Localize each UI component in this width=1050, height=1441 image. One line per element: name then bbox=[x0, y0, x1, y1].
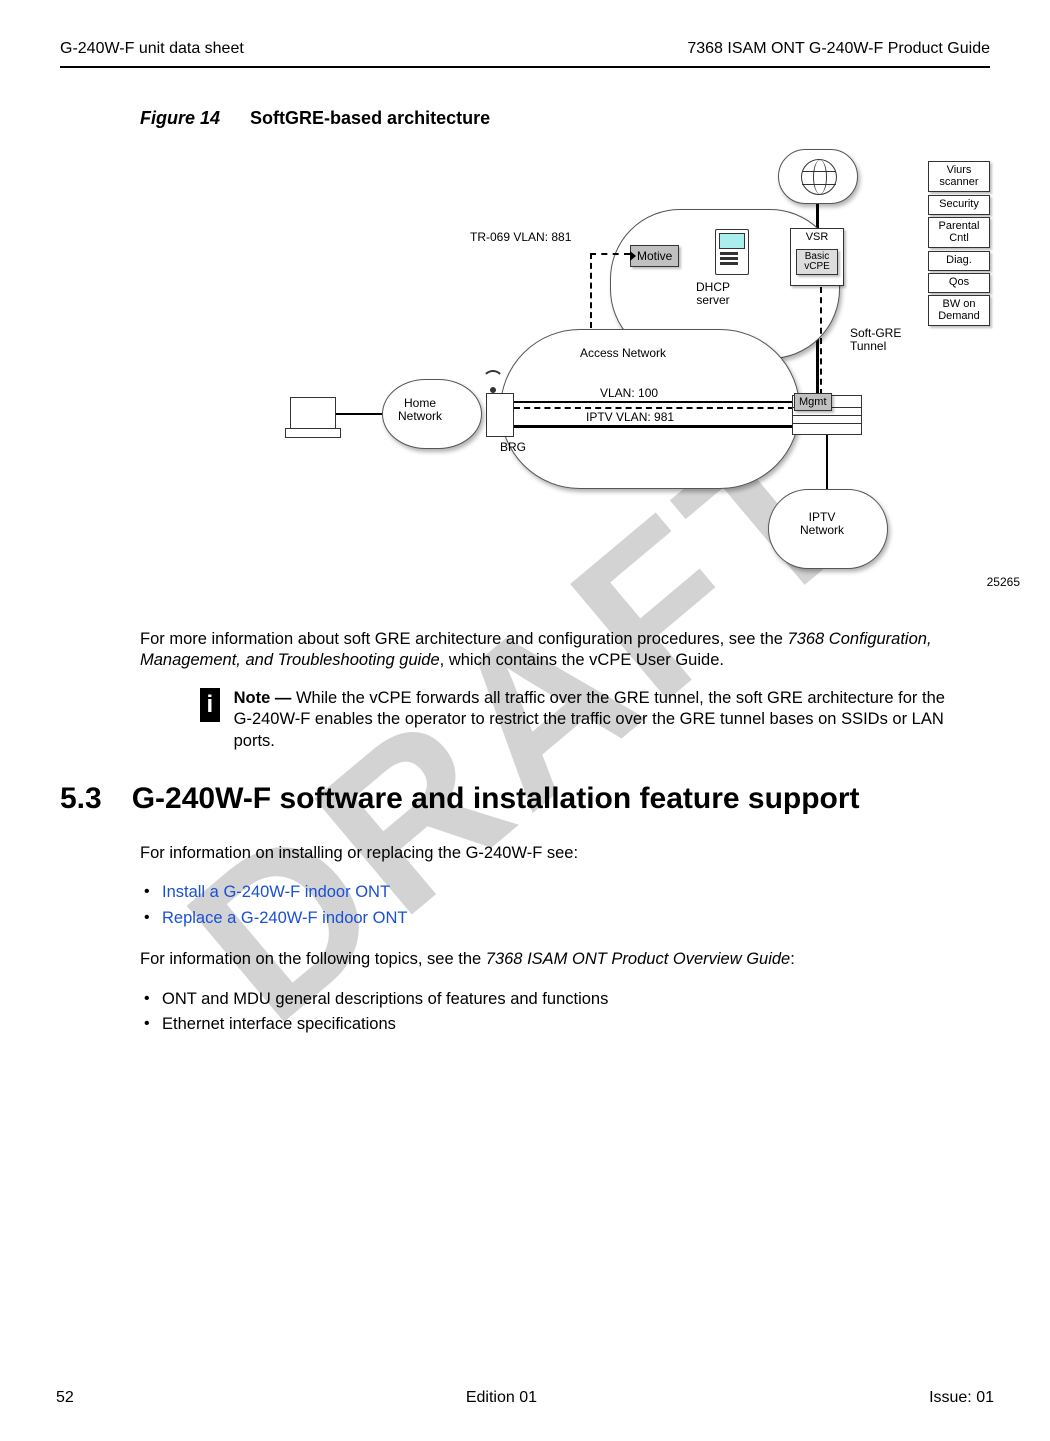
para3-b: : bbox=[790, 950, 795, 968]
section-number: 5.3 bbox=[60, 782, 102, 817]
internet-cloud-icon bbox=[778, 149, 858, 204]
laptop-to-home-line bbox=[336, 413, 382, 415]
side-security: Security bbox=[928, 195, 990, 215]
note-text: Note — While the vCPE forwards all traff… bbox=[234, 688, 950, 752]
dhcp-label: DHCP server bbox=[696, 281, 730, 307]
basic-vcpe-box: Basic vCPE bbox=[796, 249, 838, 275]
iptv-vlan-label: IPTV VLAN: 981 bbox=[586, 411, 674, 424]
note-body: While the vCPE forwards all traffic over… bbox=[234, 689, 945, 750]
figure-label: Figure 14 bbox=[140, 108, 220, 128]
header-right: 7368 ISAM ONT G-240W-F Product Guide bbox=[687, 40, 990, 58]
soft-gre-label: Soft-GRE Tunnel bbox=[850, 327, 901, 353]
vlan100-dash bbox=[514, 407, 794, 409]
topic-ethernet: Ethernet interface specifications bbox=[162, 1015, 396, 1033]
para1-a: For more information about soft GRE arch… bbox=[140, 630, 788, 648]
footer-edition: Edition 01 bbox=[466, 1389, 537, 1407]
section-heading: 5.3 G-240W-F software and installation f… bbox=[60, 782, 990, 817]
motive-box: Motive bbox=[630, 245, 679, 267]
link-list: Install a G-240W-F indoor ONT Replace a … bbox=[140, 880, 990, 931]
section-title: G-240W-F software and installation featu… bbox=[132, 782, 860, 817]
side-bw-on-demand: BW on Demand bbox=[928, 295, 990, 326]
header-divider bbox=[60, 66, 990, 68]
tr069-label: TR-069 VLAN: 881 bbox=[470, 231, 571, 244]
access-network-label: Access Network bbox=[580, 347, 666, 360]
figure-title-text: SoftGRE-based architecture bbox=[250, 108, 490, 128]
mgmt-box: Mgmt bbox=[794, 393, 832, 411]
side-qos: Qos bbox=[928, 273, 990, 293]
link-install-ont[interactable]: Install a G-240W-F indoor ONT bbox=[162, 883, 390, 901]
brg-label: BRG bbox=[500, 441, 526, 454]
tr069-arrow bbox=[590, 253, 630, 255]
olt-to-iptv-line bbox=[826, 435, 828, 495]
paragraph-softgre-info: For more information about soft GRE arch… bbox=[140, 629, 990, 672]
side-parental-cntl: Parental Cntl bbox=[928, 217, 990, 248]
list-item: Install a G-240W-F indoor ONT bbox=[140, 880, 990, 906]
para3-a: For information on the following topics,… bbox=[140, 950, 486, 968]
link-replace-ont[interactable]: Replace a G-240W-F indoor ONT bbox=[162, 909, 407, 927]
note-lead: Note — bbox=[234, 689, 296, 707]
list-item: Replace a G-240W-F indoor ONT bbox=[140, 906, 990, 932]
figure-caption: Figure 14 SoftGRE-based architecture bbox=[140, 108, 990, 129]
list-item: ONT and MDU general descriptions of feat… bbox=[140, 987, 990, 1013]
paragraph-install-info: For information on installing or replaci… bbox=[140, 843, 990, 864]
topic-ont-mdu: ONT and MDU general descriptions of feat… bbox=[162, 990, 608, 1008]
home-network-label: Home Network bbox=[398, 397, 442, 423]
globe-icon bbox=[801, 159, 837, 195]
page-footer: 52 Edition 01 Issue: 01 bbox=[56, 1389, 994, 1407]
figure-diagram: DHCP server Motive VSR Basic vCPE Viurs … bbox=[280, 149, 1020, 589]
info-icon: i bbox=[200, 688, 220, 722]
side-diag: Diag. bbox=[928, 251, 990, 271]
softgre-dashed-line bbox=[820, 287, 822, 395]
wifi-icon bbox=[485, 375, 503, 393]
brg-box-icon bbox=[486, 393, 514, 437]
note-block: i Note — While the vCPE forwards all tra… bbox=[200, 688, 950, 752]
footer-issue: Issue: 01 bbox=[929, 1389, 994, 1407]
para1-b: , which contains the vCPE User Guide. bbox=[440, 651, 724, 669]
page-header: G-240W-F unit data sheet 7368 ISAM ONT G… bbox=[60, 40, 990, 58]
iptv-network-label: IPTV Network bbox=[800, 511, 844, 537]
figure-id: 25265 bbox=[987, 575, 1020, 589]
vlan100-label: VLAN: 100 bbox=[600, 387, 658, 400]
list-item: Ethernet interface specifications bbox=[140, 1012, 990, 1038]
para3-ital: 7368 ISAM ONT Product Overview Guide bbox=[486, 950, 790, 968]
vlan100-line bbox=[514, 401, 794, 403]
server-icon bbox=[715, 229, 749, 275]
header-left: G-240W-F unit data sheet bbox=[60, 40, 244, 58]
vsr-label: VSR bbox=[793, 231, 841, 243]
laptop-icon bbox=[290, 397, 336, 431]
side-virus-scanner: Viurs scanner bbox=[928, 161, 990, 192]
paragraph-topics-info: For information on the following topics,… bbox=[140, 949, 990, 970]
topics-list: ONT and MDU general descriptions of feat… bbox=[140, 987, 990, 1038]
footer-page-number: 52 bbox=[56, 1389, 74, 1407]
